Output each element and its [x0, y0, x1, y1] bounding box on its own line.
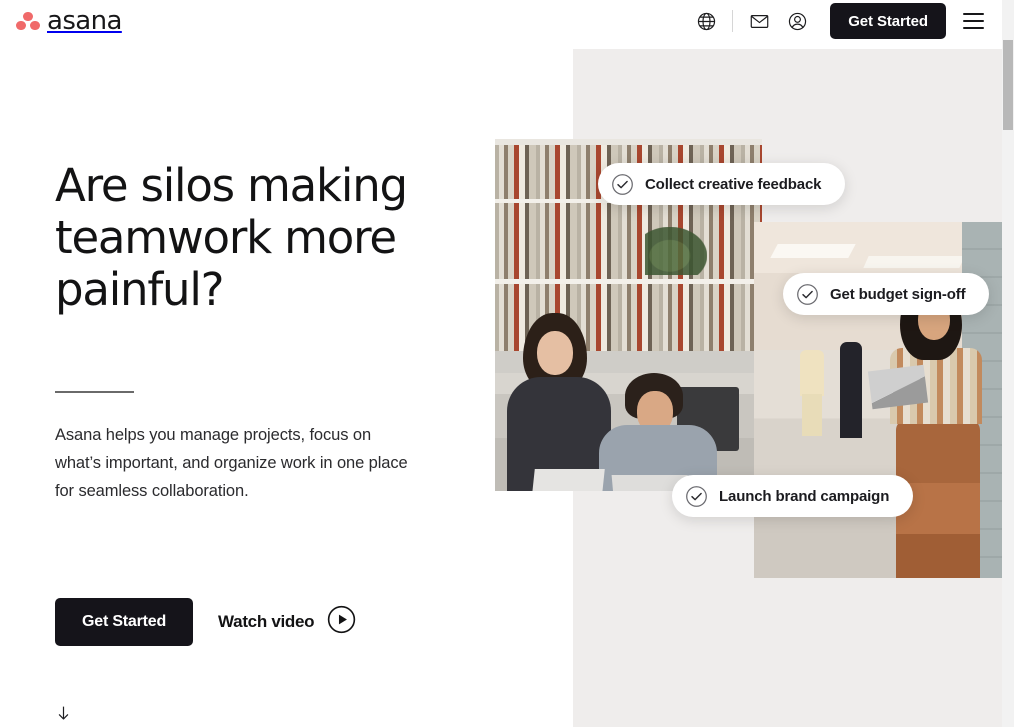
hero-get-started-button[interactable]: Get Started: [55, 598, 194, 646]
arrow-down-icon: [55, 706, 72, 727]
mail-icon[interactable]: [740, 2, 778, 40]
photo-background-person-a-lower: [802, 394, 822, 436]
watch-video-label: Watch video: [218, 612, 315, 631]
photo-background-person-a: [800, 350, 824, 396]
hero-headline: Are silos making teamwork more painful?: [55, 159, 408, 316]
task-card-label: Get budget sign-off: [830, 285, 966, 303]
photo-ceiling-light-left: [770, 244, 856, 258]
scroll-down-indicator[interactable]: [55, 702, 72, 727]
scrollbar-thumb[interactable]: [1003, 40, 1013, 130]
hamburger-menu-icon[interactable]: [956, 4, 990, 38]
play-circle-icon: [327, 605, 356, 639]
site-header: asana Get Started: [0, 0, 1002, 42]
photo-plant: [645, 227, 707, 275]
header-divider: [732, 10, 734, 32]
check-circle-icon: [611, 173, 634, 196]
scrollbar-track[interactable]: [1002, 0, 1014, 727]
check-circle-icon: [685, 485, 708, 508]
asana-logo-dots-icon: [16, 11, 40, 31]
task-card-get-budget-sign-off[interactable]: Get budget sign-off: [783, 273, 990, 315]
check-circle-icon: [796, 283, 819, 306]
hero-divider-rule: [55, 391, 134, 393]
asana-logo[interactable]: asana: [16, 8, 122, 34]
photo-laptop-left: [531, 469, 605, 491]
header-get-started-button[interactable]: Get Started: [830, 3, 946, 39]
task-card-label: Collect creative feedback: [645, 175, 822, 193]
hero-watch-video-button[interactable]: Watch video: [218, 605, 356, 639]
task-card-label: Launch brand campaign: [719, 487, 890, 505]
photo-background-person-b: [840, 342, 862, 438]
header-actions: Get Started: [687, 2, 990, 40]
photo-shelf-board-lower: [495, 279, 762, 284]
photo-person-a-face: [537, 331, 573, 375]
hero-body-text: Asana helps you manage projects, focus o…: [55, 426, 408, 500]
hero-cta-row: Get Started Watch video: [55, 598, 356, 646]
account-icon[interactable]: [778, 2, 816, 40]
globe-icon[interactable]: [687, 2, 725, 40]
task-card-collect-creative-feedback[interactable]: Collect creative feedback: [598, 163, 846, 205]
asana-logo-wordmark: asana: [47, 6, 122, 36]
photo-foreground-laptop: [867, 364, 929, 410]
photo-ceiling-light-right: [863, 256, 965, 268]
hero-content: Are silos making teamwork more painful? …: [55, 160, 485, 505]
task-card-launch-brand-campaign[interactable]: Launch brand campaign: [672, 475, 914, 517]
